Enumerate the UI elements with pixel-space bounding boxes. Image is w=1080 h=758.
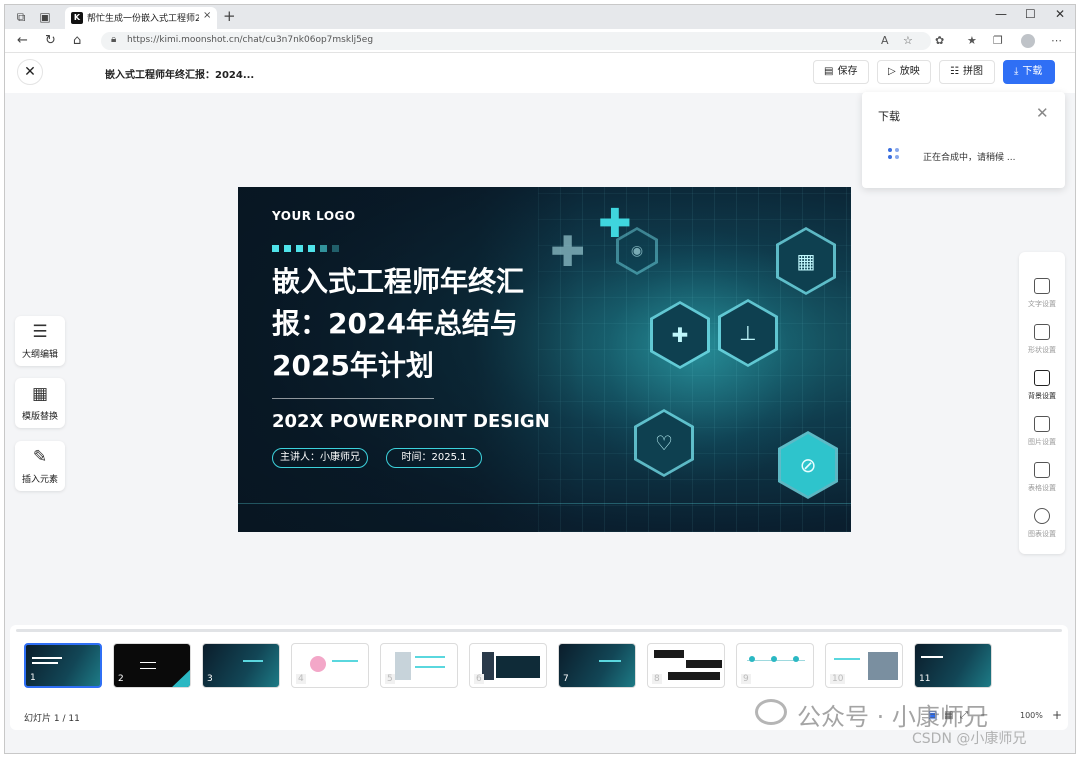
outline-edit-button[interactable]: ☰ 大纲编辑 [15, 316, 65, 366]
watermark-brand: 公众号 · 小康师兄 [797, 703, 988, 731]
template-icon: ▦ [31, 384, 49, 404]
more-menu-icon[interactable]: ⋯ [1051, 33, 1062, 49]
slide-logo[interactable]: YOUR LOGO [272, 209, 356, 223]
image-settings-button[interactable]: 图片设置 [1019, 410, 1065, 456]
outline-icon: ☰ [32, 322, 48, 342]
settings-panel: 文字设置 形状设置 背景设置 图片设置 表格设置 图表设置 [1019, 252, 1065, 554]
shape-icon [1034, 324, 1050, 340]
address-bar: ← ↻ ⌂ 🔒︎ https://kimi.moonshot.cn/chat/c… [5, 29, 1075, 53]
insert-element-icon: ✎ [32, 447, 48, 467]
download-status-text: 正在合成中，请稍候 ... [923, 153, 1016, 163]
refresh-icon[interactable]: ↻ [45, 33, 56, 49]
zoom-level: 100% [1020, 711, 1043, 720]
save-icon: ▤ [824, 66, 834, 77]
profile-avatar[interactable] [1021, 34, 1035, 48]
table-settings-button[interactable]: 表格设置 [1019, 456, 1065, 502]
tab-bar: ⧉ ▣ K 帮忙生成一份嵌入式工程师2024 × + — ☐ ✕ [5, 5, 1075, 29]
thumbnail-slide-8[interactable]: 8 [647, 643, 725, 688]
background-settings-button[interactable]: 背景设置 [1019, 364, 1065, 410]
thumbnail-slide-9[interactable]: 9 [736, 643, 814, 688]
background-icon [1034, 370, 1050, 386]
thumbnail-slide-7[interactable]: 7 [558, 643, 636, 688]
download-popup-close-icon[interactable]: ✕ [1036, 104, 1049, 122]
browser-tab-active[interactable]: K 帮忙生成一份嵌入式工程师2024 × [65, 7, 217, 29]
thumbnail-slide-10[interactable]: 10 [825, 643, 903, 688]
thumbnail-slide-3[interactable]: 3 [202, 643, 280, 688]
home-icon[interactable]: ⌂ [73, 33, 81, 49]
play-icon: ▷ [888, 66, 896, 77]
favorites-icon[interactable]: ★ [967, 33, 977, 49]
url-field[interactable]: 🔒︎ https://kimi.moonshot.cn/chat/cu3n7nk… [101, 32, 931, 50]
image-icon [1034, 416, 1050, 432]
save-button[interactable]: ▤ 保存 [813, 60, 869, 84]
download-popup: 下载 ✕ 正在合成中，请稍候 ... [862, 92, 1065, 188]
favorite-star-icon[interactable]: ☆ [903, 33, 913, 49]
browser-window: ⧉ ▣ K 帮忙生成一份嵌入式工程师2024 × + — ☐ ✕ ← ↻ ⌂ 🔒… [4, 4, 1076, 754]
thumbnail-slide-6[interactable]: 6 [469, 643, 547, 688]
template-replace-button[interactable]: ▦ 模版替换 [15, 378, 65, 428]
thumbnail-slide-11[interactable]: 11 [914, 643, 992, 688]
shape-settings-button[interactable]: 形状设置 [1019, 318, 1065, 364]
thumbnail-scrollbar[interactable] [16, 629, 1062, 632]
download-popup-title: 下载 [878, 110, 900, 123]
thumbnail-slide-4[interactable]: 4 [291, 643, 369, 688]
table-icon [1034, 462, 1050, 478]
watermark-csdn: CSDN @小康师兄 [912, 731, 1027, 747]
collage-button[interactable]: ☷ 拼图 [939, 60, 995, 84]
close-editor-button[interactable]: ✕ [17, 59, 43, 85]
date-pill[interactable]: 时间：2025.1 [386, 448, 482, 468]
workspaces-icon[interactable]: ⧉ [13, 9, 29, 25]
collections-icon[interactable]: ❐ [993, 33, 1003, 49]
chart-icon [1034, 508, 1050, 524]
zoom-in-icon[interactable]: + [1052, 708, 1062, 722]
tab-close-icon[interactable]: × [203, 10, 211, 21]
slide-counter: 幻灯片 1 / 11 [24, 714, 80, 724]
slide-divider [272, 398, 434, 399]
tab-actions-icon[interactable]: ▣ [37, 9, 53, 25]
maximize-button[interactable]: ☐ [1025, 7, 1036, 21]
thumbnail-slide-5[interactable]: 5 [380, 643, 458, 688]
new-tab-button[interactable]: + [223, 7, 236, 25]
kimi-favicon-icon: K [71, 12, 83, 24]
chart-settings-button[interactable]: 图表设置 [1019, 502, 1065, 548]
slide-square-dots [272, 237, 344, 252]
slide-canvas[interactable]: ✚ ✚ ▦ ✚ ⊥ ♡ ⊘ ◉ YOUR LOGO 嵌入式工程师年终汇报：202… [238, 187, 851, 532]
slide-title[interactable]: 嵌入式工程师年终汇报：2024年总结与2025年计划 [272, 261, 562, 387]
slide-subtitle[interactable]: 202X POWERPOINT DESIGN [272, 411, 550, 432]
insert-element-button[interactable]: ✎ 插入元素 [15, 441, 65, 491]
thumbnail-slide-1[interactable]: 1 [24, 643, 102, 688]
ecg-line-decoration [238, 503, 851, 504]
collage-icon: ☷ [950, 66, 959, 77]
minimize-button[interactable]: — [995, 7, 1007, 21]
play-button[interactable]: ▷ 放映 [877, 60, 931, 84]
thumbnail-slide-2[interactable]: 2 [113, 643, 191, 688]
lock-icon[interactable]: 🔒︎ [111, 34, 116, 45]
window-close-button[interactable]: ✕ [1055, 7, 1065, 21]
back-arrow-icon[interactable]: ← [17, 33, 28, 49]
app-header: ✕ 嵌入式工程师年终汇报：2024... ▤ 保存 ▷ 放映 ☷ 拼图 ⤓ 下载 [5, 53, 1075, 93]
document-title: 嵌入式工程师年终汇报：2024... [105, 70, 255, 81]
wechat-logo-icon [755, 699, 787, 725]
presenter-pill[interactable]: 主讲人：小康师兄 [272, 448, 368, 468]
url-text: https://kimi.moonshot.cn/chat/cu3n7nk06o… [127, 35, 374, 45]
extensions-icon[interactable]: ✿ [935, 33, 944, 49]
download-icon: ⤓ [1014, 66, 1019, 77]
text-icon [1034, 278, 1050, 294]
read-aloud-icon[interactable]: A [881, 33, 889, 49]
tab-title: 帮忙生成一份嵌入式工程师2024 [87, 14, 199, 24]
loading-spinner-icon [888, 148, 902, 162]
text-settings-button[interactable]: 文字设置 [1019, 272, 1065, 318]
download-button[interactable]: ⤓ 下载 [1003, 60, 1055, 84]
